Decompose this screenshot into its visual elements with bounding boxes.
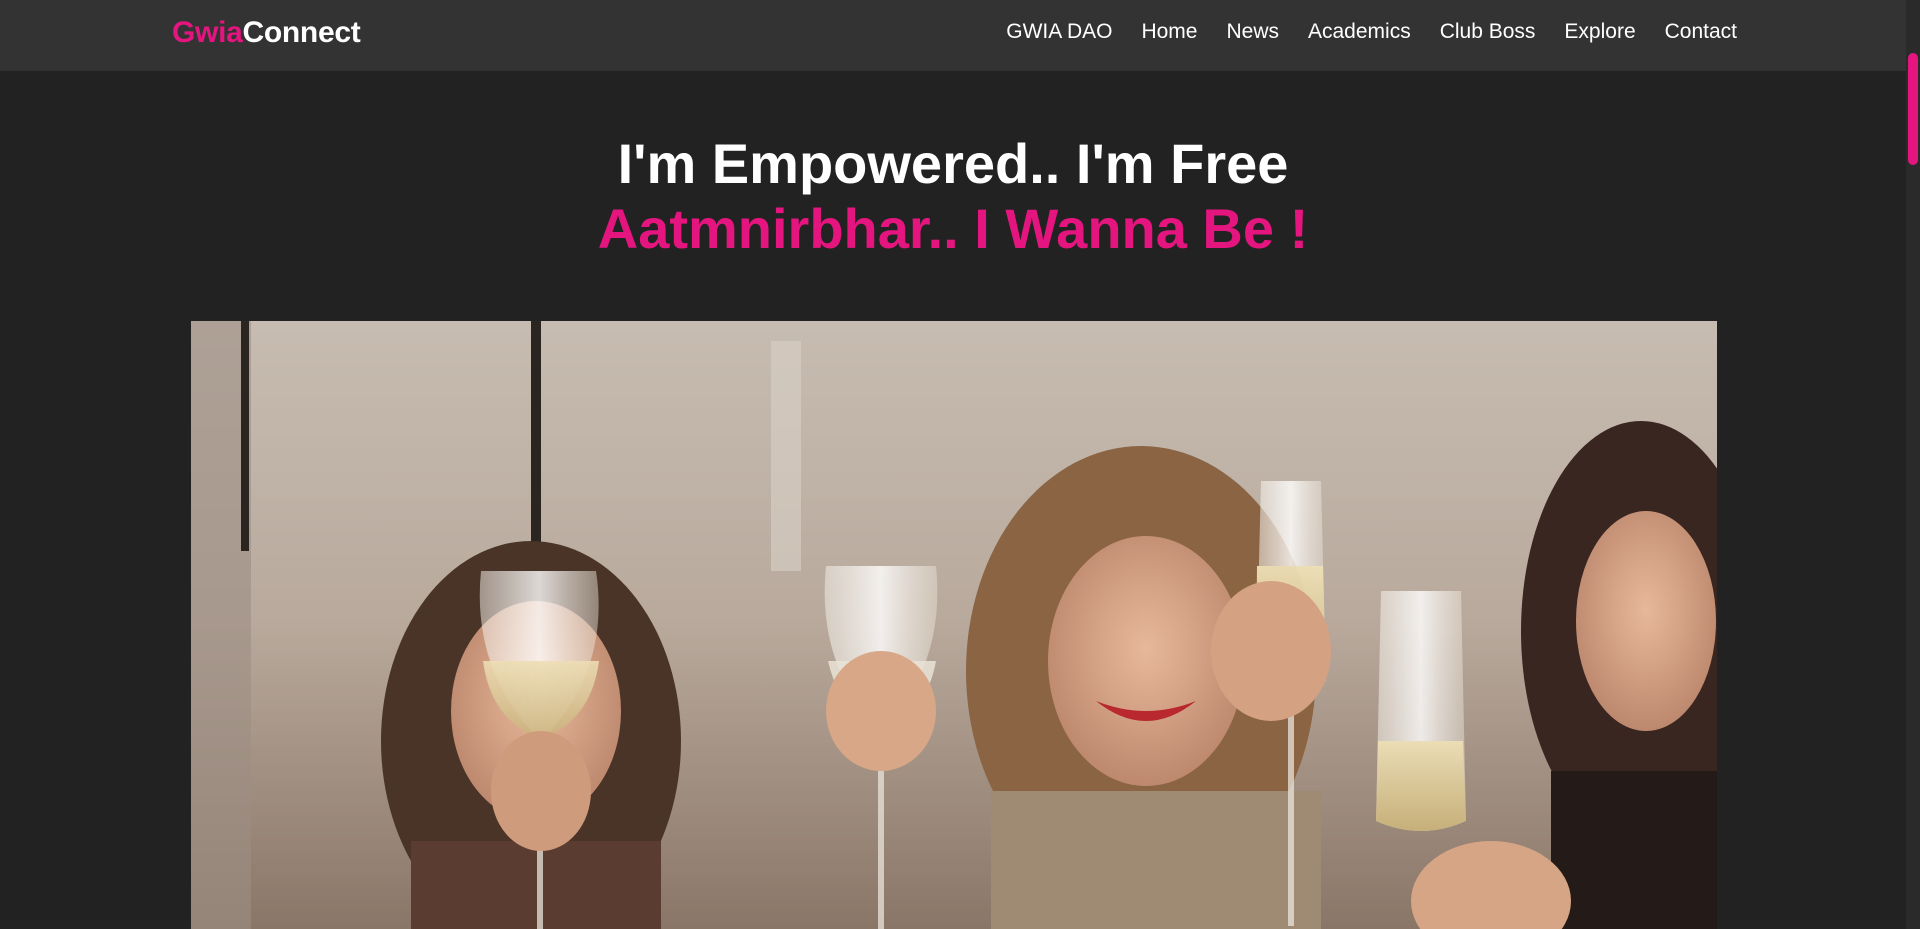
nav-item-home[interactable]: Home: [1141, 20, 1197, 44]
nav-item-club-boss[interactable]: Club Boss: [1440, 20, 1536, 44]
page-scrollbar[interactable]: [1906, 0, 1920, 929]
hero-image: [191, 321, 1717, 929]
hero-subtitle: Aatmnirbhar.. I Wanna Be !: [597, 197, 1309, 260]
brand-logo-part1: Gwia: [172, 16, 243, 49]
scrollbar-thumb[interactable]: [1908, 53, 1918, 165]
nav-item-explore[interactable]: Explore: [1564, 20, 1635, 44]
top-navbar: GwiaConnect GWIA DAO Home News Academics…: [0, 0, 1920, 71]
nav-item-academics[interactable]: Academics: [1308, 20, 1411, 44]
brand-logo[interactable]: GwiaConnect: [172, 16, 361, 50]
nav-item-contact[interactable]: Contact: [1665, 20, 1737, 44]
glass-right: [1376, 591, 1466, 831]
brand-logo-part2: Connect: [242, 16, 361, 49]
nav-item-gwia-dao[interactable]: GWIA DAO: [1006, 20, 1112, 44]
hero-image-illustration: [191, 321, 1717, 929]
main-nav: GWIA DAO Home News Academics Club Boss E…: [1006, 20, 1737, 44]
nav-item-news[interactable]: News: [1226, 20, 1279, 44]
hero-title: I'm Empowered.. I'm Free: [617, 132, 1289, 195]
